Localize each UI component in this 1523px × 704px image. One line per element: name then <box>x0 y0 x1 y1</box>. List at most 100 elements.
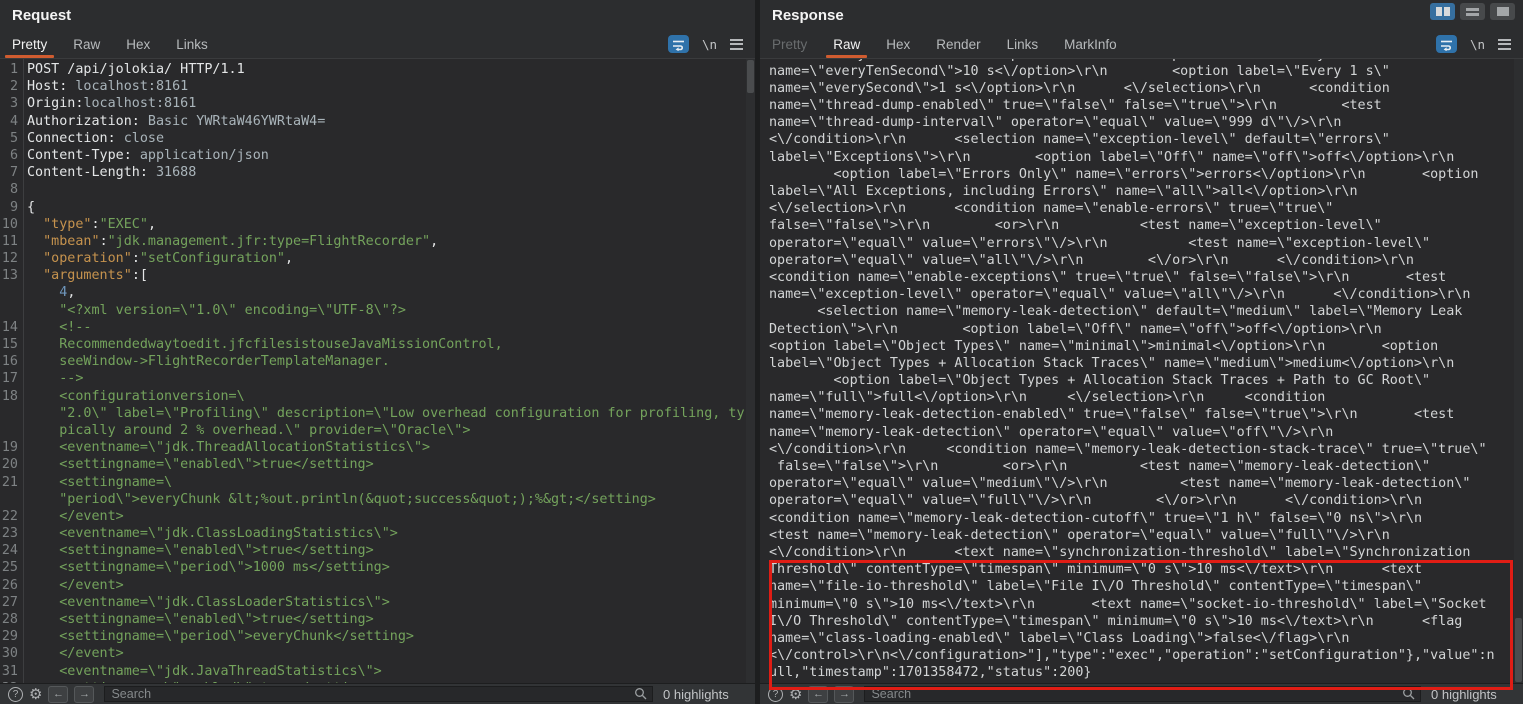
response-code-line: name=\"thread-dump-enabled\" true=\"fals… <box>769 97 1523 114</box>
request-code-line: 23 <eventname=\"jdk.ClassLoadingStatisti… <box>0 525 755 542</box>
tab-links[interactable]: Links <box>176 30 208 58</box>
gear-icon[interactable]: ⚙ <box>29 687 42 702</box>
request-code-line: 22 </event> <box>0 508 755 525</box>
menu-icon[interactable] <box>1498 39 1511 50</box>
request-code-line: 27 <eventname=\"jdk.ClassLoaderStatistic… <box>0 594 755 611</box>
request-scrollbar-thumb[interactable] <box>747 60 754 93</box>
tab-pretty[interactable]: Pretty <box>12 30 47 58</box>
request-code-line: 25 <settingname=\"period\">1000 ms</sett… <box>0 559 755 576</box>
request-code-line: 4, <box>0 284 755 301</box>
response-code: name=\"everyMinute\">1 min<\/option>\r\n… <box>760 58 1523 681</box>
search-icon <box>1402 687 1415 700</box>
response-code-line: label=\"All Exceptions, including Errors… <box>769 183 1523 200</box>
menu-icon[interactable] <box>730 39 743 50</box>
word-wrap-icon[interactable] <box>668 35 689 53</box>
prev-match-button[interactable]: ← <box>808 686 828 703</box>
request-highlights-count: 0 highlights <box>663 687 747 702</box>
response-panel: Response Pretty Raw Hex Render Links MarkInfo <box>760 0 1523 704</box>
search-icon <box>634 687 647 700</box>
request-code-line: 32 <settingname=\"enabled\">true</settin… <box>0 680 755 683</box>
response-title-text: Response <box>772 7 844 24</box>
request-search-input[interactable] <box>104 686 653 702</box>
request-code-line: 12 "operation":"setConfiguration", <box>0 250 755 267</box>
newline-toggle[interactable]: \n <box>702 37 717 52</box>
gear-icon[interactable]: ⚙ <box>789 687 802 702</box>
tab-hex[interactable]: Hex <box>886 30 910 58</box>
request-code-line: 15 Recommendedwaytoedit.jfcfilesistouseJ… <box>0 336 755 353</box>
request-panel: Request Pretty Raw Hex Links \n 1POST /api/… <box>0 0 755 704</box>
response-scrollbar-thumb[interactable] <box>1515 618 1522 682</box>
request-editor[interactable]: 1POST /api/jolokia/ HTTP/1.12Host: local… <box>0 58 755 683</box>
request-search-field <box>104 685 653 703</box>
request-code-line: 19 <eventname=\"jdk.ThreadAllocationStat… <box>0 439 755 456</box>
request-code-line: 2Host: localhost:8161 <box>0 78 755 95</box>
tab-raw[interactable]: Raw <box>73 30 100 58</box>
columns-layout-button[interactable] <box>1430 3 1455 20</box>
request-scrollbar[interactable] <box>746 59 755 683</box>
request-code-line: 1POST /api/jolokia/ HTTP/1.1 <box>0 61 755 78</box>
request-code-line: 28 <settingname=\"enabled\">true</settin… <box>0 611 755 628</box>
request-code-line: 26 </event> <box>0 577 755 594</box>
request-tabs: Pretty Raw Hex Links <box>12 30 234 58</box>
layout-buttons <box>1430 3 1515 20</box>
request-tab-actions: \n <box>668 35 743 53</box>
word-wrap-icon[interactable] <box>1436 35 1457 53</box>
request-code-line: "2.0\" label=\"Profiling\" description=\… <box>0 405 755 422</box>
request-code-line: 14 <!-- <box>0 319 755 336</box>
response-code-line: name=\"full\">full<\/option>\r\n <\/sele… <box>769 389 1523 406</box>
tab-hex[interactable]: Hex <box>126 30 150 58</box>
response-code-line: name=\"everyTenSecond\">10 s<\/option>\r… <box>769 63 1523 80</box>
response-code-line: name=\"everySecond\">1 s<\/option>\r\n <… <box>769 80 1523 97</box>
tab-links[interactable]: Links <box>1007 30 1039 58</box>
response-code-line: operator=\"equal\" value=\"errors\"\/>\r… <box>769 235 1523 252</box>
response-code-line: <option label=\"Object Types\" name=\"mi… <box>769 338 1523 355</box>
request-code-line: 31 <eventname=\"jdk.JavaThreadStatistics… <box>0 663 755 680</box>
request-code-line: 11 "mbean":"jdk.management.jfr:type=Flig… <box>0 233 755 250</box>
request-code-line: 8 <box>0 181 755 198</box>
newline-toggle[interactable]: \n <box>1470 37 1485 52</box>
response-code-line: <\/selection>\r\n <condition name=\"enab… <box>769 200 1523 217</box>
response-code-line: name=\"thread-dump-interval\" operator=\… <box>769 114 1523 131</box>
response-code-line: <option label=\"Errors Only\" name=\"err… <box>769 166 1523 183</box>
request-searchbar: ? ⚙ ← → 0 highlights <box>0 683 755 704</box>
tab-pretty[interactable]: Pretty <box>772 30 807 58</box>
single-layout-button[interactable] <box>1490 3 1515 20</box>
next-match-button[interactable]: → <box>74 686 94 703</box>
response-code-line: false=\"false\">\r\n <or>\r\n <test name… <box>769 217 1523 234</box>
request-code: 1POST /api/jolokia/ HTTP/1.12Host: local… <box>0 59 755 683</box>
request-code-line: 16 seeWindow->FlightRecorderTemplateMana… <box>0 353 755 370</box>
response-code-line: Detection\">\r\n <option label=\"Off\" n… <box>769 321 1523 338</box>
request-code-line: 18 <configurationversion=\ <box>0 388 755 405</box>
response-tab-actions: \n <box>1436 35 1511 53</box>
request-code-line: 30 </event> <box>0 645 755 662</box>
request-code-line: 24 <settingname=\"enabled\">true</settin… <box>0 542 755 559</box>
request-panel-title: Request <box>0 0 755 30</box>
response-code-line: <test name=\"memory-leak-detection\" ope… <box>769 527 1523 544</box>
request-code-line: 4Authorization: Basic YWRtaW46YWRtaW4= <box>0 113 755 130</box>
response-code-line: name=\"class-loading-enabled\" label=\"C… <box>769 630 1523 647</box>
request-code-line: 10 "type":"EXEC", <box>0 216 755 233</box>
response-search-input[interactable] <box>864 686 1421 702</box>
response-code-line: name=\"memory-leak-detection\" operator=… <box>769 424 1523 441</box>
request-code-line: 9{ <box>0 199 755 216</box>
response-code-line: operator=\"equal\" value=\"full\"\/>\r\n… <box>769 492 1523 509</box>
tab-render[interactable]: Render <box>936 30 980 58</box>
help-icon[interactable]: ? <box>768 687 783 702</box>
response-code-line: operator=\"equal\" value=\"medium\"\/>\r… <box>769 475 1523 492</box>
response-scrollbar[interactable] <box>1514 59 1523 683</box>
tab-markinfo[interactable]: MarkInfo <box>1064 30 1117 58</box>
response-code-line: minimum=\"0 s\">10 ms<\/text>\r\n <text … <box>769 596 1523 613</box>
response-editor[interactable]: name=\"everyMinute\">1 min<\/option>\r\n… <box>760 58 1523 683</box>
response-code-line: ull,"timestamp":1701358472,"status":200} <box>769 664 1523 681</box>
request-code-line: 29 <settingname=\"period\">everyChunk</s… <box>0 628 755 645</box>
response-code-line: <condition name=\"enable-exceptions\" tr… <box>769 269 1523 286</box>
tab-raw[interactable]: Raw <box>833 30 860 58</box>
request-code-line: 6Content-Type: application/json <box>0 147 755 164</box>
next-match-button[interactable]: → <box>834 686 854 703</box>
prev-match-button[interactable]: ← <box>48 686 68 703</box>
response-code-line: label=\"Exceptions\">\r\n <option label=… <box>769 149 1523 166</box>
response-tabs: Pretty Raw Hex Render Links MarkInfo <box>772 30 1143 58</box>
rows-layout-button[interactable] <box>1460 3 1485 20</box>
request-code-line: 3Origin:localhost:8161 <box>0 95 755 112</box>
help-icon[interactable]: ? <box>8 687 23 702</box>
